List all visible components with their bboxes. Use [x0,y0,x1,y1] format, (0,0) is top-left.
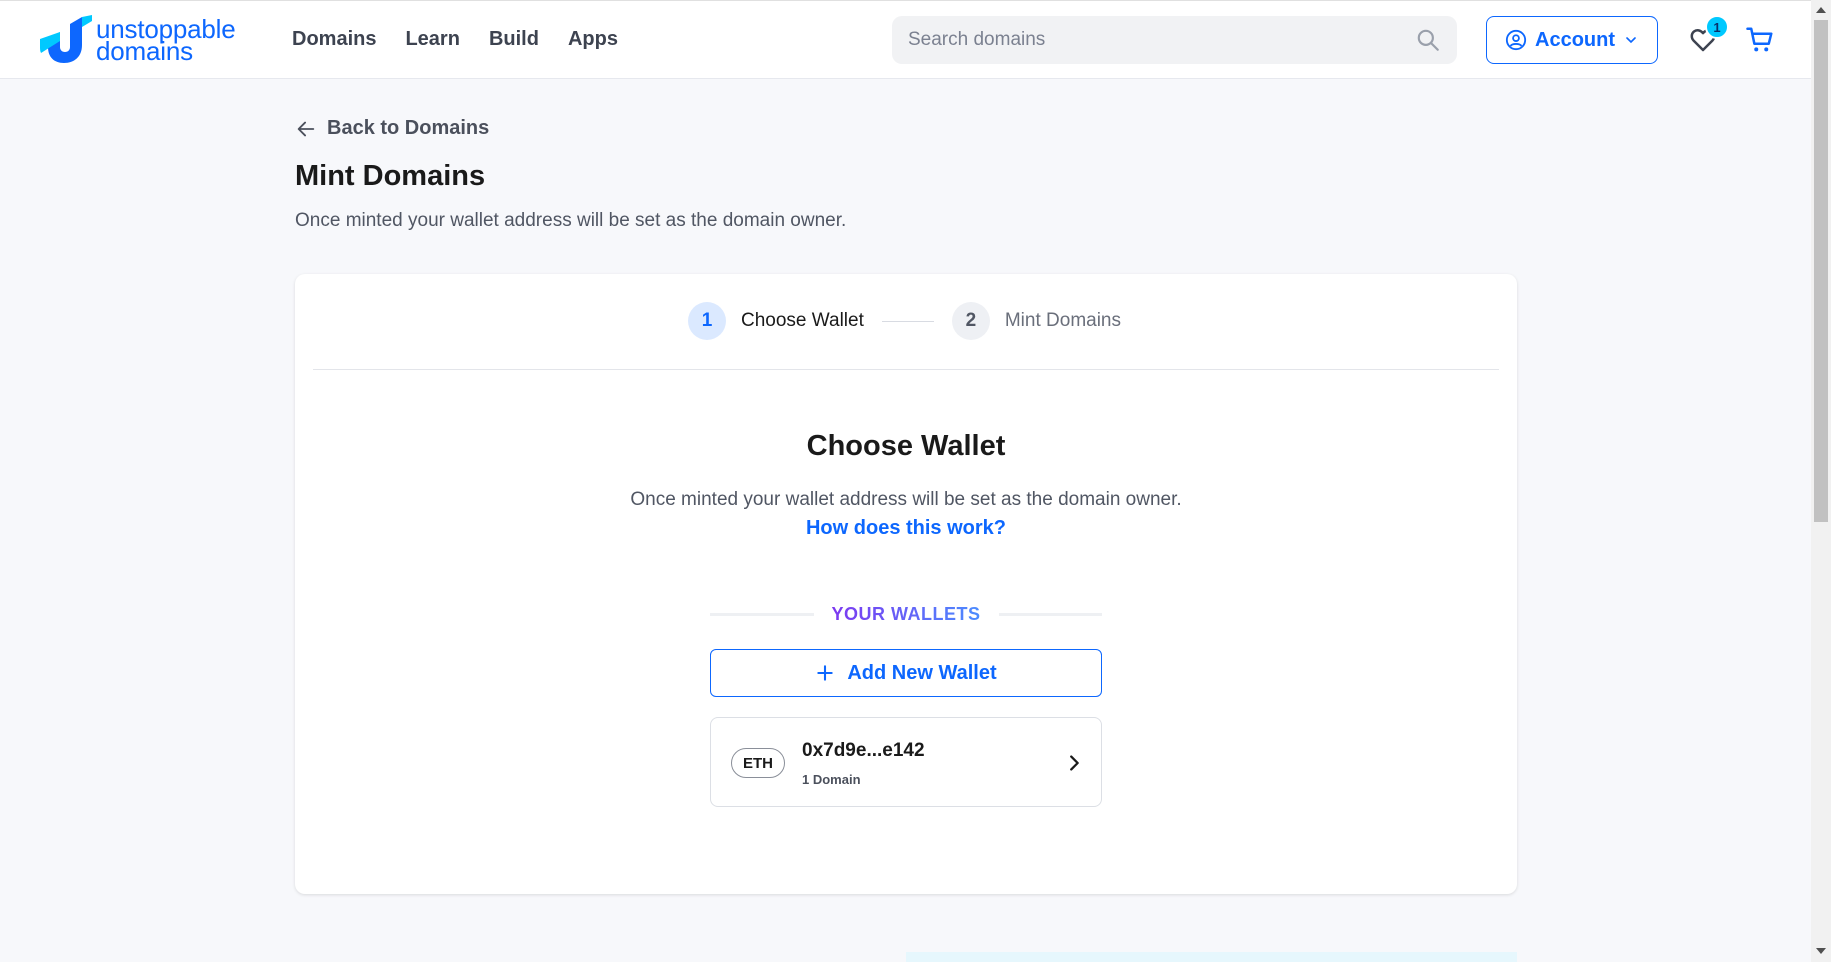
top-header: unstoppable domains Domains Learn Build … [0,0,1811,79]
divider-line-right [998,613,1102,616]
step-2-number: 2 [951,302,990,340]
choose-wallet-title: Choose Wallet [806,430,1006,462]
wallet-item[interactable]: ETH 0x7d9e...e142 1 Domain [710,717,1102,807]
favorites-count-badge: 1 [1705,15,1729,39]
step-2-label: Mint Domains [1004,310,1122,331]
unstoppable-logo-icon [40,15,92,63]
page-title: Mint Domains [295,160,486,192]
user-circle-icon [1505,29,1527,51]
search-icon[interactable] [1415,27,1441,53]
mint-card: 1 Choose Wallet 2 Mint Domains Choose Wa… [295,274,1517,894]
footer-banner-edge [906,952,1517,962]
how-does-this-work-link[interactable]: How does this work? [295,517,1517,540]
nav-learn[interactable]: Learn [405,28,459,51]
step-1-number: 1 [688,302,726,340]
add-new-wallet-label: Add New Wallet [847,661,997,684]
your-wallets-label: YOUR WALLETS [831,604,981,624]
chevron-down-icon [1626,37,1636,44]
main-nav: Domains Learn Build Apps [292,28,618,51]
plus-icon [817,665,834,681]
stepper: 1 Choose Wallet 2 Mint Domains [688,302,1121,340]
search-box [892,16,1457,64]
back-to-domains-link[interactable]: Back to Domains [295,117,489,140]
card-divider [313,369,1499,370]
arrow-left-icon [297,121,315,136]
add-new-wallet-button[interactable]: Add New Wallet [710,649,1102,697]
cart-icon[interactable] [1745,25,1775,55]
nav-domains[interactable]: Domains [292,28,376,51]
account-button[interactable]: Account [1486,16,1658,64]
page-subtitle: Once minted your wallet address will be … [295,210,847,231]
scroll-down-arrow-icon[interactable] [1816,948,1826,954]
page-scrollbar[interactable] [1811,0,1831,962]
divider-line-left [710,613,814,616]
back-label: Back to Domains [327,117,490,139]
scroll-up-arrow-icon[interactable] [1816,7,1826,13]
wallet-address: 0x7d9e...e142 [802,740,925,761]
wallet-domain-count: 1 Domain [802,772,861,787]
account-label: Account [1535,28,1615,51]
step-connector [881,320,934,322]
chevron-right-icon [1070,755,1079,771]
step-1-label: Choose Wallet [741,310,864,331]
your-wallets-header: YOUR WALLETS [710,604,1102,625]
search-input[interactable] [908,29,1415,51]
scrollbar-thumb[interactable] [1814,20,1828,522]
brand-logo[interactable]: unstoppable domains [38,15,236,65]
brand-wordmark: unstoppable domains [96,16,236,64]
nav-apps[interactable]: Apps [568,28,618,51]
choose-wallet-description: Once minted your wallet address will be … [630,489,1182,510]
nav-build[interactable]: Build [489,28,539,51]
chain-badge: ETH [731,748,785,778]
